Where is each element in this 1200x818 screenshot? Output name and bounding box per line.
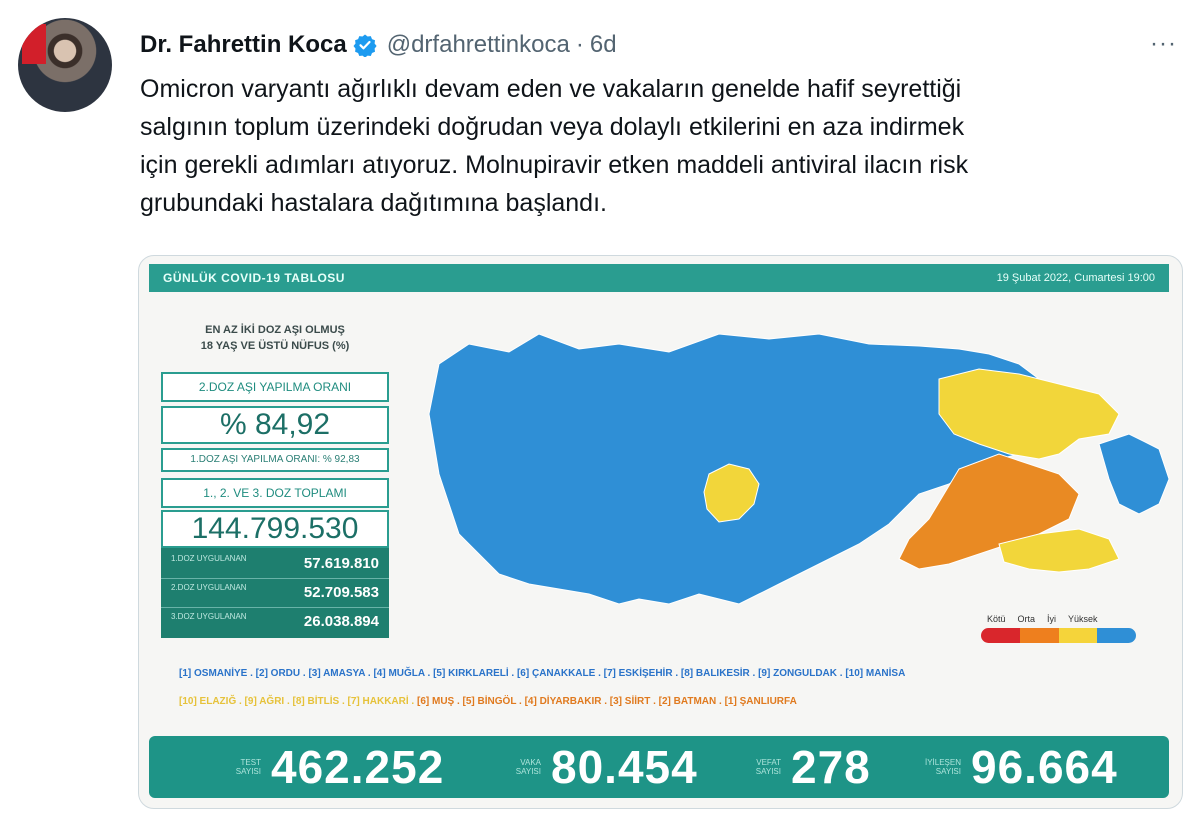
case-stat: VAKA SAYISI 80.454 [499, 736, 698, 798]
author-handle[interactable]: @drfahrettinkoca [387, 31, 570, 59]
recovered-stat: İYİLEŞEN SAYISI 96.664 [919, 736, 1118, 798]
stat-value: 96.664 [971, 741, 1118, 793]
total-value: 144.799.530 [161, 510, 389, 548]
stat-label: VEFAT SAYISI [755, 758, 781, 776]
legend-label: Yüksek [1068, 614, 1098, 624]
test-stat: TEST SAYISI 462.252 [219, 736, 444, 798]
infographic-title: GÜNLÜK COVID-19 TABLOSU [163, 271, 345, 285]
stat-value: 462.252 [271, 741, 445, 793]
risk-legend: Kötü Orta İyi Yüksek [981, 614, 1136, 643]
tweet-text-line: Omicron varyantı ağırlıklı devam eden ve… [140, 75, 962, 103]
stat-label: VAKA SAYISI [515, 758, 541, 776]
stat-label: İYİLEŞEN SAYISI [924, 758, 961, 776]
dose-label: 1.DOZ UYGULANAN [171, 554, 247, 563]
legend-label: Kötü [987, 614, 1006, 624]
dose-table: 1.DOZ UYGULANAN 57.619.810 2.DOZ UYGULAN… [161, 548, 389, 638]
infographic-title-bar: GÜNLÜK COVID-19 TABLOSU 19 Şubat 2022, C… [149, 264, 1169, 292]
dose2-value: % 84,92 [161, 406, 389, 444]
yellow-cities: [10] ELAZIĞ . [9] AĞRI . [8] BİTLİS . [7… [179, 696, 415, 707]
map-region-blue-east [1098, 433, 1170, 515]
legend-swatch-orange [1019, 628, 1059, 643]
more-options-icon[interactable]: ··· [1150, 30, 1177, 58]
dose-value: 57.619.810 [303, 555, 379, 572]
separator-dot: · [575, 31, 584, 58]
legend-label: Orta [1017, 614, 1036, 624]
tweet-text: Omicron varyantı ağırlıklı devam eden ve… [140, 70, 1180, 222]
flag-icon [22, 24, 46, 64]
legend-swatch-red [981, 628, 1020, 643]
tweet-text-line: için gerekli adımları atıyoruz. Molnupir… [140, 151, 969, 179]
dose-row: 1.DOZ UYGULANAN 57.619.810 [161, 550, 389, 579]
stat-label: TEST SAYISI [235, 758, 261, 776]
vaccination-panel: EN AZ İKİ DOZ AŞI OLMUŞ 18 YAŞ VE ÜSTÜ N… [161, 308, 389, 638]
tweet-media-image[interactable]: GÜNLÜK COVID-19 TABLOSU 19 Şubat 2022, C… [138, 255, 1183, 809]
death-stat: VEFAT SAYISI 278 [739, 736, 871, 798]
heading-line: 18 YAŞ VE ÜSTÜ NÜFUS (%) [200, 340, 350, 352]
dose-value: 26.038.894 [303, 613, 379, 630]
stat-value: 80.454 [551, 741, 698, 793]
best-cities-list: [1] OSMANİYE . [2] ORDU . [3] AMASYA . [… [179, 668, 906, 679]
author-name[interactable]: Dr. Fahrettin Koca [140, 31, 347, 59]
infographic-date: 19 Şubat 2022, Cumartesi 19:00 [996, 272, 1155, 284]
dose-value: 52.709.583 [303, 584, 379, 601]
orange-cities: [6] MUŞ . [5] BİNGÖL . [4] DİYARBAKIR . … [416, 696, 797, 707]
worst-cities-list: [10] ELAZIĞ . [9] AĞRI . [8] BİTLİS . [7… [179, 696, 1139, 707]
tweet-text-line: grubundaki hastalara dağıtımına başlandı… [140, 189, 607, 217]
legend-swatch-yellow [1058, 628, 1098, 643]
tweet-header: Dr. Fahrettin Koca @drfahrettinkoca · 6d [140, 30, 617, 60]
legend-labels: Kötü Orta İyi Yüksek [987, 614, 1136, 624]
heading-line: EN AZ İKİ DOZ AŞI OLMUŞ [205, 324, 345, 336]
dose-label: 2.DOZ UYGULANAN [171, 583, 247, 592]
dose-label: 3.DOZ UYGULANAN [171, 612, 247, 621]
legend-color-bar [981, 628, 1136, 643]
tweet-timestamp[interactable]: 6d [590, 31, 617, 59]
verified-badge-icon [353, 34, 377, 57]
dose-row: 2.DOZ UYGULANAN 52.709.583 [161, 579, 389, 608]
legend-label: İyi [1047, 614, 1057, 624]
dose-row: 3.DOZ UYGULANAN 26.038.894 [161, 608, 389, 636]
stat-value: 278 [791, 741, 871, 793]
turkey-risk-map [428, 333, 1170, 605]
vaccination-heading: EN AZ İKİ DOZ AŞI OLMUŞ 18 YAŞ VE ÜSTÜ N… [161, 322, 389, 354]
dose1-label: 1.DOZ AŞI YAPILMA ORANI: % 92,83 [161, 448, 389, 472]
tweet-text-line: salgının toplum üzerindeki doğrudan veya… [140, 113, 965, 141]
profile-avatar[interactable] [18, 18, 112, 112]
total-label: 1., 2. VE 3. DOZ TOPLAMI [161, 478, 389, 508]
dose2-label: 2.DOZ AŞI YAPILMA ORANI [161, 372, 389, 402]
daily-stats-bar: TEST SAYISI 462.252 VAKA SAYISI 80.454 V… [149, 736, 1169, 798]
legend-swatch-blue [1097, 628, 1136, 643]
